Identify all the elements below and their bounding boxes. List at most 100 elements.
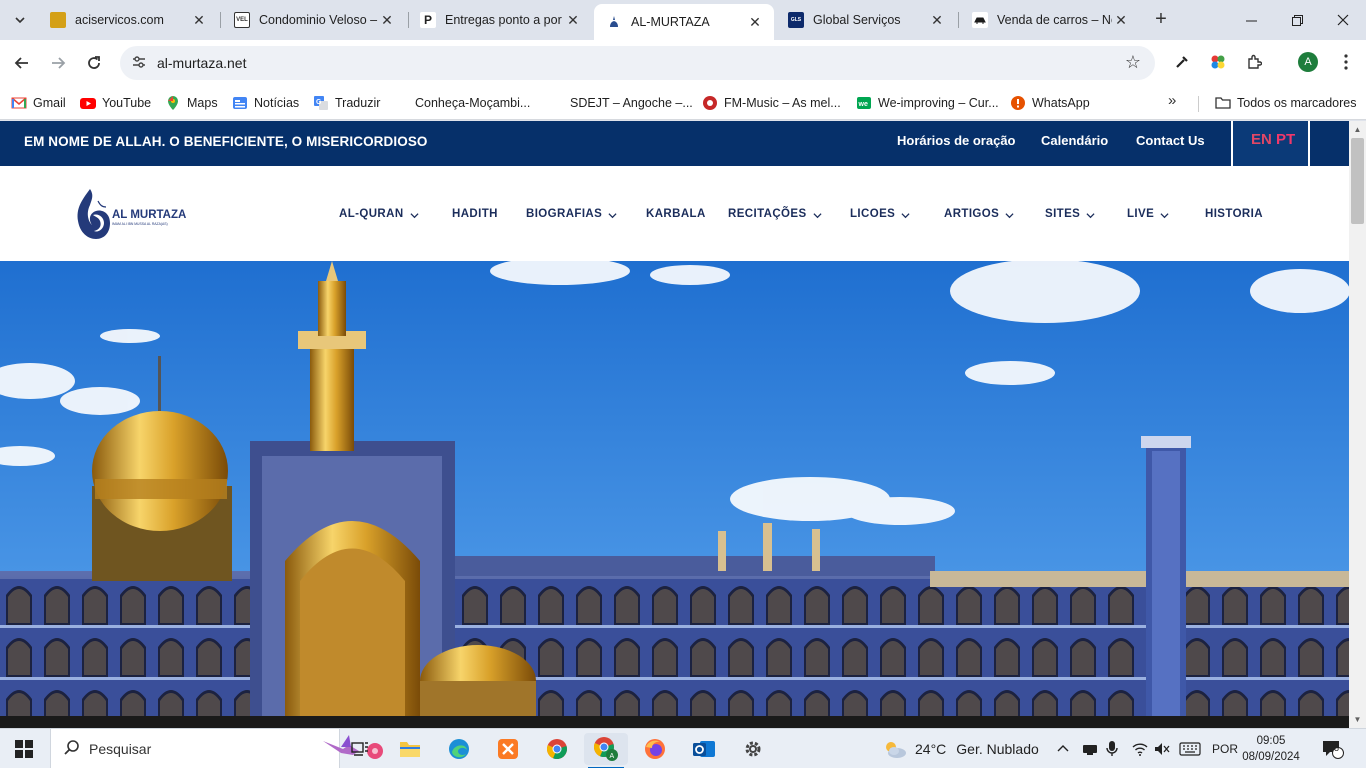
nav-label: KARBALA xyxy=(646,208,706,220)
close-icon[interactable]: ✕ xyxy=(564,12,582,29)
maps-icon xyxy=(165,95,181,111)
weather-widget[interactable]: 24°C Ger. Nublado xyxy=(882,729,1039,768)
close-icon[interactable]: ✕ xyxy=(190,12,208,29)
back-button[interactable] xyxy=(8,49,36,77)
forward-button[interactable] xyxy=(44,49,72,77)
nav-recitacoes[interactable]: RECITAÇÕES xyxy=(728,208,822,220)
bookmark-label: Maps xyxy=(187,96,218,110)
show-hidden-icons[interactable] xyxy=(1057,729,1069,768)
minimize-button[interactable] xyxy=(1228,0,1274,40)
new-tab-button[interactable]: + xyxy=(1149,8,1173,32)
lang-pt-link[interactable]: PT xyxy=(1276,131,1295,148)
scrollbar-thumb[interactable] xyxy=(1351,138,1364,224)
lang-en-link[interactable]: EN xyxy=(1251,131,1272,148)
address-bar[interactable]: al-murtaza.net ☆ xyxy=(120,46,1155,80)
bookmark-star-icon[interactable]: ☆ xyxy=(1125,52,1141,73)
more-bookmarks-icon[interactable]: » xyxy=(1168,92,1176,109)
tab-entregas[interactable]: P Entregas ponto a por ✕ xyxy=(408,6,592,34)
link-horarios-oracao[interactable]: Horários de oração xyxy=(897,133,1016,148)
taskbar-search-box[interactable]: Pesquisar xyxy=(50,729,383,768)
restore-button[interactable] xyxy=(1274,0,1320,40)
start-button[interactable] xyxy=(0,729,48,768)
tab-venda-carros[interactable]: Venda de carros – No ✕ xyxy=(960,6,1140,34)
link-contact-us[interactable]: Contact Us xyxy=(1136,133,1205,148)
bookmark-traduzir[interactable]: G Traduzir xyxy=(313,93,380,113)
tab-title: aciservicos.com xyxy=(75,13,164,27)
chrome-profile-button[interactable]: A xyxy=(584,733,628,768)
tab-condominio[interactable]: VEL Condominio Veloso – ✕ xyxy=(222,6,406,34)
task-view-icon xyxy=(351,742,368,756)
all-bookmarks-folder[interactable]: Todos os marcadores xyxy=(1215,93,1357,113)
close-icon[interactable]: ✕ xyxy=(378,12,396,29)
extensions-puzzle-icon[interactable] xyxy=(1242,50,1266,74)
outlook-button[interactable] xyxy=(682,733,726,765)
tab-strip: aciservicos.com ✕ VEL Condominio Veloso … xyxy=(0,0,1366,40)
minimize-icon xyxy=(1245,20,1257,21)
site-settings-icon[interactable] xyxy=(130,54,148,72)
tab-search-button[interactable] xyxy=(8,8,32,32)
tab-aciservicos[interactable]: aciservicos.com ✕ xyxy=(38,6,218,34)
device-icon[interactable] xyxy=(1082,729,1098,768)
kebab-menu-icon[interactable] xyxy=(1334,50,1358,74)
nav-artigos[interactable]: ARTIGOS xyxy=(944,208,1014,220)
scroll-down-icon[interactable]: ▼ xyxy=(1349,711,1366,728)
chrome-button[interactable] xyxy=(535,733,579,765)
xampp-button[interactable] xyxy=(486,733,530,765)
chrome-icon xyxy=(546,739,567,760)
page-scrollbar[interactable]: ▲ ▼ xyxy=(1349,121,1366,728)
hero-shrine-image xyxy=(0,261,1349,728)
tab-al-murtaza[interactable]: AL-MURTAZA ✕ xyxy=(594,4,774,40)
bookmark-gmail[interactable]: Gmail xyxy=(11,93,66,113)
reload-button[interactable] xyxy=(80,49,108,77)
nav-hadith[interactable]: HADITH xyxy=(452,208,498,220)
close-icon[interactable]: ✕ xyxy=(746,14,764,31)
edge-button[interactable] xyxy=(437,733,481,765)
logo-subtext: IMAM ALI IBN MUSSA AL RAZA(AS) xyxy=(112,222,168,226)
extension-color-icon[interactable] xyxy=(1206,50,1230,74)
site-top-bar: EM NOME DE ALLAH. O BENEFICIENTE, O MISE… xyxy=(0,121,1349,166)
bookmark-conheca-mocambique[interactable]: Conheça-Moçambi... xyxy=(415,93,530,113)
link-calendario[interactable]: Calendário xyxy=(1041,133,1108,148)
wifi-icon[interactable] xyxy=(1132,729,1148,768)
profile-avatar[interactable]: A xyxy=(1298,52,1318,72)
nav-al-quran[interactable]: AL-QURAN xyxy=(339,208,419,220)
nav-historia[interactable]: HISTORIA xyxy=(1205,208,1263,220)
nav-live[interactable]: LIVE xyxy=(1127,208,1169,220)
nav-karbala[interactable]: KARBALA xyxy=(646,208,706,220)
site-logo[interactable]: AL MURTAZA IMAM ALI IBN MUSSA AL RAZA(AS… xyxy=(74,187,194,241)
chevron-down-icon xyxy=(901,212,910,218)
scroll-up-icon[interactable]: ▲ xyxy=(1349,121,1366,138)
close-window-button[interactable] xyxy=(1320,0,1366,40)
nav-biografias[interactable]: BIOGRAFIAS xyxy=(526,208,617,220)
bookmark-sdejt-angoche[interactable]: SDEJT – Angoche –... xyxy=(570,93,693,113)
settings-button[interactable] xyxy=(731,733,775,765)
bookmark-youtube[interactable]: YouTube xyxy=(80,93,151,113)
clock-time: 09:05 xyxy=(1256,735,1286,747)
bookmark-we-improving[interactable]: we We-improving – Cur... xyxy=(856,93,999,113)
notification-center-button[interactable]: 8 xyxy=(1322,729,1344,768)
file-explorer-button[interactable] xyxy=(388,733,432,765)
edge-icon xyxy=(449,739,469,759)
bookmark-label: Todos os marcadores xyxy=(1237,96,1357,110)
nav-licoes[interactable]: LICOES xyxy=(850,208,910,220)
microphone-icon[interactable] xyxy=(1106,729,1118,768)
eyedropper-icon[interactable] xyxy=(1170,50,1194,74)
volume-muted-icon[interactable] xyxy=(1154,729,1170,768)
nav-label: RECITAÇÕES xyxy=(728,208,807,220)
bookmark-whatsapp[interactable]: WhatsApp xyxy=(1010,93,1090,113)
bookmark-label: Conheça-Moçambi... xyxy=(415,96,531,110)
tab-global-servicos[interactable]: GLS Global Serviços ✕ xyxy=(776,6,956,34)
input-language[interactable]: POR xyxy=(1212,729,1238,768)
nav-sites[interactable]: SITES xyxy=(1045,208,1095,220)
bookmark-noticias[interactable]: Notícias xyxy=(232,93,299,113)
task-view-button[interactable] xyxy=(338,733,382,765)
close-icon[interactable]: ✕ xyxy=(1112,12,1130,29)
youtube-icon xyxy=(80,95,96,111)
system-clock[interactable]: 09:05 08/09/2024 xyxy=(1240,733,1302,765)
bookmark-maps[interactable]: Maps xyxy=(165,93,218,113)
keyboard-icon[interactable] xyxy=(1179,729,1201,768)
close-icon[interactable]: ✕ xyxy=(928,12,946,29)
firefox-button[interactable] xyxy=(633,733,677,765)
bookmark-fm-music[interactable]: FM-Music – As mel... xyxy=(702,93,841,113)
site-favicon-icon: P xyxy=(420,12,436,28)
